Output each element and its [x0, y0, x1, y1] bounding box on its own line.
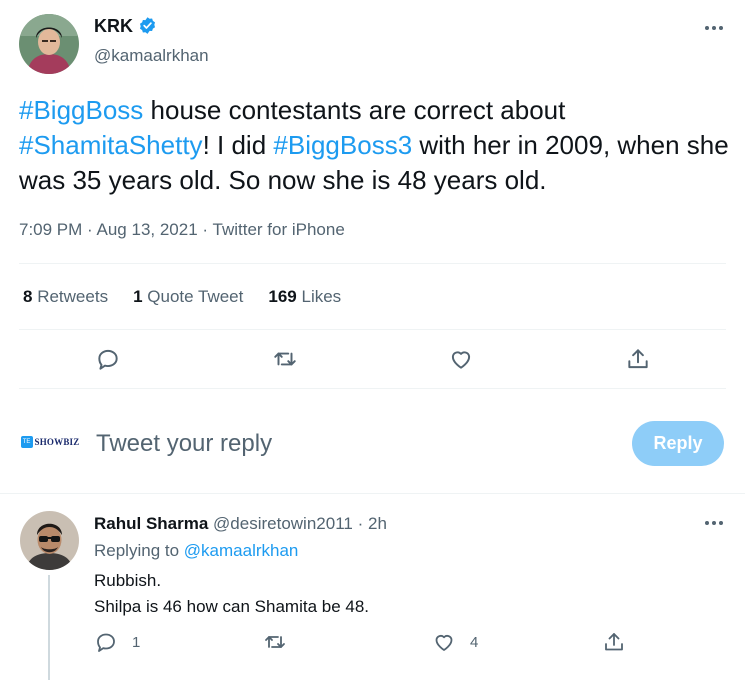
author-handle[interactable]: @kamaalrkhan — [94, 47, 209, 64]
replying-to-mention[interactable]: @kamaalrkhan — [184, 541, 299, 560]
author-avatar[interactable] — [19, 14, 79, 74]
divider — [0, 493, 745, 494]
like-icon — [435, 634, 453, 651]
hashtag-link[interactable]: #BiggBoss3 — [273, 130, 412, 160]
reply-time[interactable]: 2h — [368, 514, 387, 533]
tweet-meta: 7:09 PM · Aug 13, 2021 · Twitter for iPh… — [19, 220, 345, 240]
reply-like-action[interactable]: 4 — [432, 630, 478, 654]
divider — [19, 329, 726, 330]
more-icon[interactable] — [702, 22, 726, 34]
tweet-text-segment: house contestants are correct about — [143, 95, 566, 125]
reply-icon — [97, 633, 115, 652]
meta-separator: · — [202, 220, 209, 239]
author-name[interactable]: KRK — [94, 17, 133, 35]
reply-text-line: Shilpa is 46 how can Shamita be 48. — [94, 597, 370, 616]
like-count: 4 — [470, 633, 479, 651]
likes-stat[interactable]: 169 Likes — [268, 287, 341, 307]
reply-icon[interactable] — [93, 344, 123, 374]
tweet-text-segment: ! I did — [202, 130, 274, 160]
divider — [19, 388, 726, 389]
meta-separator: · — [87, 220, 93, 239]
showbiz-logo-icon: TE — [20, 436, 33, 448]
retweet-icon[interactable] — [270, 344, 300, 374]
replying-to: Replying to @kamaalrkhan — [94, 541, 298, 561]
reply-share-action[interactable] — [602, 630, 626, 654]
retweet-icon — [265, 636, 285, 648]
meta-separator: · — [357, 514, 364, 533]
reply-text-line: Rubbish. — [94, 571, 162, 590]
reply-input[interactable] — [96, 428, 596, 460]
reply-reply-action[interactable]: 1 — [94, 630, 140, 654]
share-icon — [605, 633, 623, 651]
retweets-stat[interactable]: 8 Retweets — [23, 287, 108, 307]
reply-header: Rahul Sharma @desiretowin2011 · 2h — [94, 514, 387, 534]
tweet-time[interactable]: 7:09 PM — [19, 220, 82, 239]
hashtag-link[interactable]: #BiggBoss — [19, 95, 143, 125]
thread-line — [48, 575, 50, 680]
more-icon[interactable] — [702, 517, 726, 529]
reply-author-avatar[interactable] — [20, 511, 79, 570]
reply-retweet-action[interactable] — [262, 630, 288, 654]
reply-text: Rubbish. Shilpa is 46 how can Shamita be… — [94, 568, 369, 620]
tweet-date[interactable]: Aug 13, 2021 — [97, 220, 198, 239]
tweet-source[interactable]: Twitter for iPhone — [213, 220, 345, 239]
verified-badge-icon — [139, 17, 156, 34]
tweet-text: #BiggBoss house contestants are correct … — [19, 93, 729, 198]
quote-tweets-stat[interactable]: 1 Quote Tweet — [133, 287, 243, 307]
reply-button[interactable]: Reply — [632, 421, 724, 466]
composer-avatar: TE SHOWBIZ — [19, 420, 81, 464]
reply-author-handle[interactable]: @desiretowin2011 — [213, 514, 353, 533]
reply-author-name[interactable]: Rahul Sharma — [94, 514, 208, 533]
hashtag-link[interactable]: #ShamitaShetty — [19, 130, 203, 160]
like-icon[interactable] — [446, 344, 476, 374]
composer-avatar-label: SHOWBIZ — [34, 437, 80, 447]
divider — [19, 263, 726, 264]
replying-to-prefix: Replying to — [94, 541, 180, 560]
share-icon[interactable] — [623, 344, 653, 374]
reply-count: 1 — [132, 633, 141, 651]
tweet-stats: 8 Retweets 1 Quote Tweet 169 Likes — [23, 287, 341, 307]
